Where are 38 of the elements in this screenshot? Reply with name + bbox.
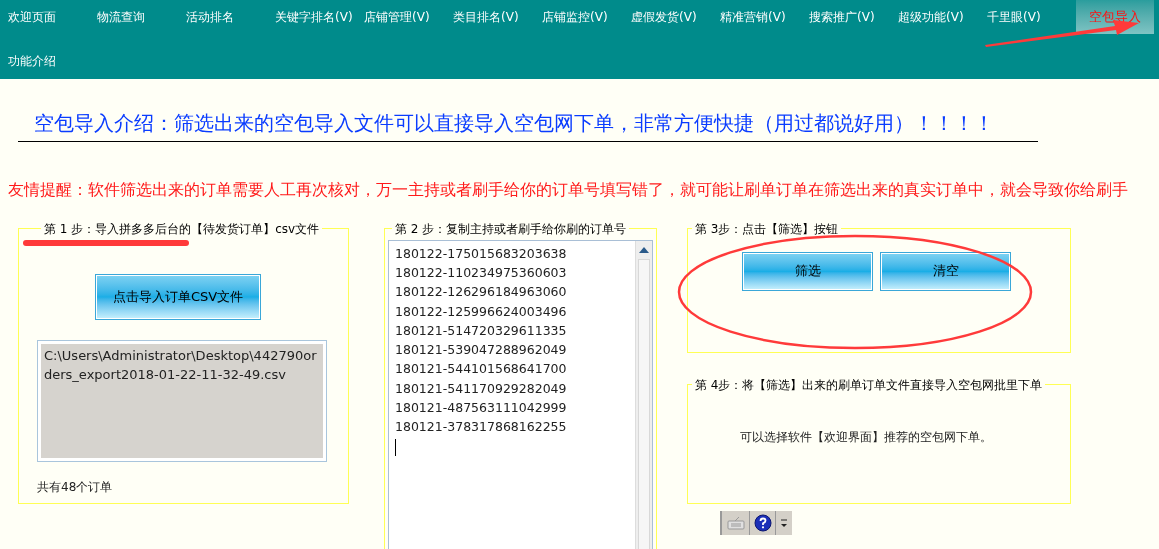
- nav-tab[interactable]: 搜索推广(V): [809, 2, 898, 32]
- nav-tab[interactable]: 店铺管理(V): [364, 2, 453, 32]
- file-path: C:\Users\Administrator\Desktop\442790orders_export2018-01-22-11-32-49.csv: [41, 343, 323, 458]
- order-number: 180122-125996624003496: [395, 302, 568, 321]
- nav-tab[interactable]: 精准营销(V): [720, 2, 809, 32]
- text-cursor: [395, 438, 396, 456]
- order-number: 180121-487563111042999: [395, 399, 568, 417]
- nav-tab[interactable]: 千里眼(V): [987, 2, 1076, 32]
- action-button[interactable]: 筛选: [742, 251, 873, 291]
- nav-tab[interactable]: 关键字排名(V): [275, 2, 364, 32]
- order-number: 180121-541170929282049: [395, 379, 568, 398]
- order-number: 180122-126296184963060: [395, 283, 568, 302]
- step-legend: 第 4步：将【筛选】出来的刷单订单文件直接导入空包网批里下单: [692, 375, 1046, 394]
- step-legend: 第 1 步：导入拼多多后台的【待发货订单】csv文件: [41, 219, 323, 238]
- scroll-up-icon[interactable]: [639, 246, 649, 253]
- intro-heading: 空包导入介绍：筛选出来的空包导入文件可以直接导入空包网下单，非常方便快捷（用过都说好用）！！！！: [34, 111, 995, 137]
- order-number: 180121-539047288962049: [395, 341, 568, 360]
- order-number: 180122-110234975360603: [395, 263, 568, 282]
- step-legend: 第 3步：点击【筛选】按钮: [692, 219, 842, 238]
- nav-tab[interactable]: 超级功能(V): [898, 2, 987, 32]
- notice-text: 友情提醒：软件筛选出来的订单需要人工再次核对，万一主持或者刷手给你的订单号填写错了，就可能让刷单订单在筛选出来的真实订单中，就会导致你给刷手: [8, 180, 1129, 202]
- nav-tab[interactable]: 功能介绍: [8, 46, 97, 76]
- step-legend: 第 2 步：复制主持或者刷手给你刷的订单号: [392, 219, 630, 238]
- action-button[interactable]: 清空: [880, 251, 1011, 291]
- scrollbar[interactable]: [635, 240, 652, 549]
- nav-tab[interactable]: 类目排名(V): [453, 2, 542, 32]
- nav-tab[interactable]: 店铺监控(V): [542, 2, 631, 32]
- step-note: 可以选择软件【欢迎界面】推荐的空包网下单。: [740, 428, 993, 446]
- order-number: 180121-378317868162255: [395, 418, 568, 437]
- nav-tab[interactable]: 物流查询: [97, 2, 186, 32]
- order-number: 180121-514720329611335: [395, 321, 568, 340]
- order-count: 共有48个订单: [37, 478, 114, 496]
- order-number: 180121-544101568641700: [395, 360, 568, 379]
- nav-tab[interactable]: 活动排名: [186, 2, 275, 32]
- order-number: 180122-175015683203638: [395, 244, 568, 263]
- nav-tab[interactable]: 欢迎页面: [8, 2, 97, 32]
- nav-tab[interactable]: 虚假发货(V): [631, 2, 720, 32]
- import-csv-button[interactable]: 点击导入订单CSV文件: [95, 273, 261, 320]
